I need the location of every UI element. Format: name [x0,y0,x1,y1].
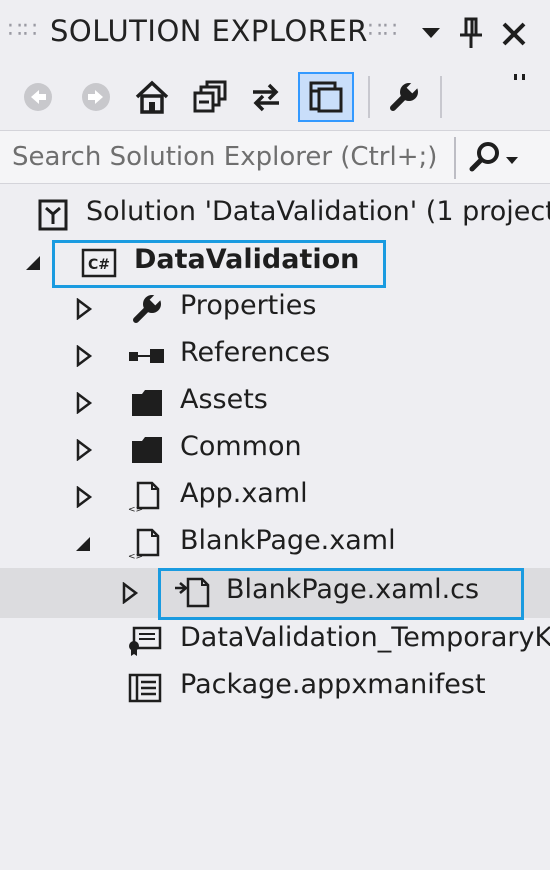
collapsed-arrow-icon[interactable] [74,486,94,508]
properties-wrench-icon [390,80,420,111]
show-all-files-icon [309,81,343,113]
panel-title-bar: ∷∷ SOLUTION EXPLORER ∷∷ [0,0,550,68]
search-icon [469,142,518,172]
dropdown-arrow-icon[interactable] [420,26,442,40]
manifest-icon [128,673,162,703]
drag-grip-icon[interactable]: ∷∷ [368,18,398,43]
collapse-all-button[interactable] [188,74,232,120]
tree-item-label: Package.appxmanifest [180,669,486,700]
search-divider [454,137,456,179]
search-options-button[interactable] [464,137,534,179]
solution-tree: Solution 'DataValidation' (1 project) C#… [0,190,550,870]
close-icon[interactable] [500,20,528,48]
xaml-file-icon: <> [128,481,160,514]
collapsed-arrow-icon[interactable] [74,345,94,367]
forward-icon [82,83,110,111]
tree-item-label: App.xaml [180,478,308,509]
project-highlight-box [52,240,386,288]
tree-row-package-manifest[interactable]: Package.appxmanifest [0,665,550,711]
tree-row-properties[interactable]: Properties [0,286,550,332]
tree-item-label: DataValidation_TemporaryKey.pfx [180,622,550,653]
tree-row-solution[interactable]: Solution 'DataValidation' (1 project) [0,192,550,238]
sync-icon [253,83,279,112]
folder-icon [132,437,162,463]
search-bar [0,130,550,184]
folder-icon [132,390,162,416]
toolbar-overflow-icon[interactable] [512,72,530,86]
tree-row-assets[interactable]: Assets [0,380,550,426]
search-input[interactable] [0,139,452,175]
tree-item-label: Common [180,431,302,462]
xaml-file-icon: <> [128,528,160,561]
pin-icon[interactable] [458,16,484,50]
wrench-icon [133,292,163,323]
drag-grip-icon[interactable]: ∷∷ [8,18,38,43]
tree-row-app-xaml[interactable]: <> App.xaml [0,474,550,520]
back-icon [24,83,52,111]
panel-title: SOLUTION EXPLORER [50,14,368,48]
certificate-icon [129,626,162,656]
toolbar [0,68,550,126]
collapsed-arrow-icon[interactable] [74,298,94,320]
file-highlight-box [158,568,524,620]
tree-row-blankpage-xaml[interactable]: <> BlankPage.xaml [0,521,550,567]
collapsed-arrow-icon[interactable] [74,439,94,461]
tree-item-label: BlankPage.xaml [180,525,396,556]
tree-item-label: Solution 'DataValidation' (1 project) [86,196,550,227]
properties-button[interactable] [382,74,426,120]
collapsed-arrow-icon[interactable] [120,582,140,604]
expanded-arrow-icon[interactable] [74,533,94,555]
tree-item-label: Assets [180,384,268,415]
tree-item-label: References [180,337,331,368]
tree-row-temporary-key[interactable]: DataValidation_TemporaryKey.pfx [0,618,550,664]
svg-text:<>: <> [128,505,143,514]
tree-row-common[interactable]: Common [0,427,550,473]
collapsed-arrow-icon[interactable] [74,392,94,414]
expanded-arrow-icon[interactable] [24,252,44,274]
home-button[interactable] [130,74,174,120]
svg-text:<>: <> [128,552,143,561]
references-icon [129,349,164,363]
back-button[interactable] [16,74,60,120]
tree-item-label: Properties [180,290,317,321]
forward-button[interactable] [74,74,118,120]
show-all-files-button[interactable] [298,72,354,122]
toolbar-separator [440,76,442,118]
solution-icon [38,199,68,231]
sync-button[interactable] [244,74,288,120]
collapse-all-icon [193,80,227,113]
tree-row-references[interactable]: References [0,333,550,379]
toolbar-separator [368,76,370,118]
home-icon [135,80,169,114]
